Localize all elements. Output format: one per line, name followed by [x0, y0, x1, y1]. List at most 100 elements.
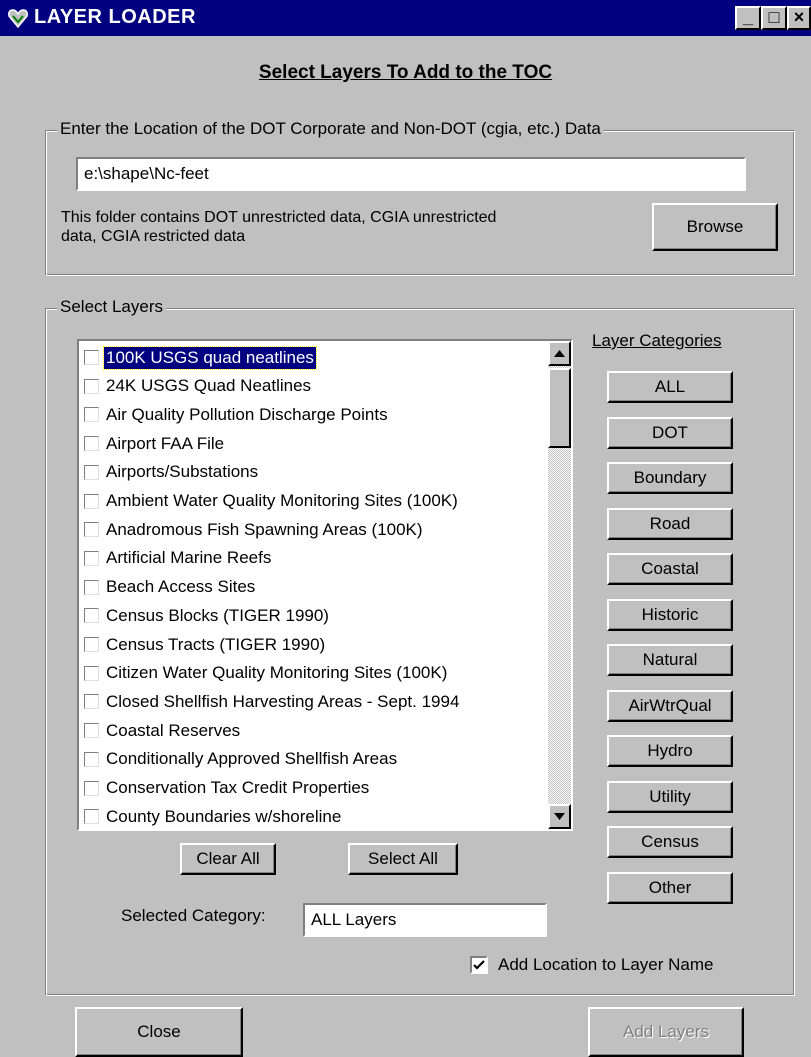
layer-checkbox[interactable] [84, 350, 99, 365]
layer-item-label: Air Quality Pollution Discharge Points [106, 404, 388, 424]
layer-checkbox[interactable] [84, 809, 99, 825]
layer-list-item[interactable]: 24K USGS Quad Neatlines [84, 372, 544, 401]
category-button-label: Natural [642, 650, 698, 669]
layer-list-item[interactable]: Anadromous Fish Spawning Areas (100K) [84, 515, 544, 544]
maximize-button[interactable]: □ [761, 6, 787, 30]
layer-categories-title: Layer Categories [592, 331, 722, 350]
scroll-down-button[interactable] [548, 804, 571, 829]
layer-checkbox[interactable] [84, 436, 99, 452]
add-layers-button[interactable]: Add Layers [588, 1007, 744, 1057]
data-location-input[interactable] [76, 157, 746, 191]
category-button-historic[interactable]: Historic [607, 598, 733, 631]
minimize-button[interactable]: _ [735, 6, 761, 30]
maximize-icon: □ [768, 7, 780, 27]
layer-item-label: Citizen Water Quality Monitoring Sites (… [106, 663, 448, 683]
add-location-checkbox[interactable] [470, 956, 488, 974]
category-button-label: Hydro [647, 741, 693, 760]
layer-list-item[interactable]: Citizen Water Quality Monitoring Sites (… [84, 659, 544, 688]
layer-list-item[interactable]: Conditionally Approved Shellfish Areas [84, 745, 544, 774]
checkmark-icon [473, 960, 485, 970]
category-button-dot[interactable]: DOT [607, 416, 733, 449]
add-location-checkbox-row[interactable]: Add Location to Layer Name [470, 955, 713, 975]
close-icon: × [793, 7, 805, 27]
layer-checkbox[interactable] [84, 723, 99, 739]
window-title: LAYER LOADER [34, 6, 196, 28]
close-button-label: Close [137, 1022, 181, 1041]
layer-checkbox[interactable] [84, 780, 99, 796]
arrow-up-icon [554, 350, 565, 357]
category-button-all[interactable]: ALL [607, 371, 733, 403]
layer-list-item[interactable]: County Boundaries w/shoreline [84, 802, 544, 829]
category-button-airwtrqual[interactable]: AirWtrQual [607, 689, 733, 722]
category-button-natural[interactable]: Natural [607, 644, 733, 676]
location-group-label: Enter the Location of the DOT Corporate … [57, 119, 604, 139]
category-button-hydro[interactable]: Hydro [607, 735, 733, 767]
category-button-road[interactable]: Road [607, 507, 733, 540]
category-button-other[interactable]: Other [607, 871, 733, 904]
category-button-label: ALL [654, 377, 686, 396]
category-button-label: Boundary [633, 468, 707, 487]
folder-info-line2: data, CGIA restricted data [61, 228, 246, 245]
listbox-scrollbar[interactable] [548, 341, 571, 829]
layer-checkbox[interactable] [84, 493, 99, 509]
layer-item-label: Artificial Marine Reefs [106, 548, 272, 568]
layer-list-item[interactable]: Conservation Tax Credit Properties [84, 774, 544, 803]
layer-item-label: 100K USGS quad neatlines [103, 345, 317, 370]
layer-checkbox[interactable] [84, 608, 99, 624]
layer-list-item[interactable]: Ambient Water Quality Monitoring Sites (… [84, 487, 544, 516]
layer-checkbox[interactable] [84, 751, 99, 767]
layer-list-item[interactable]: Closed Shellfish Harvesting Areas - Sept… [84, 687, 544, 716]
layer-checkbox[interactable] [84, 378, 99, 394]
layer-checkbox[interactable] [84, 637, 99, 652]
layer-item-label: Airport FAA File [106, 433, 225, 453]
add-layers-button-label: Add Layers [623, 1022, 709, 1041]
app-icon [8, 9, 28, 29]
category-button-census[interactable]: Census [607, 826, 733, 858]
title-bar[interactable]: LAYER LOADER _ □ × [0, 0, 811, 36]
browse-button[interactable]: Browse [652, 203, 778, 251]
layer-list-item[interactable]: Census Blocks (TIGER 1990) [84, 601, 544, 630]
arrow-down-icon [554, 813, 565, 820]
scroll-thumb[interactable] [548, 368, 571, 448]
layer-listbox[interactable]: 100K USGS quad neatlines 24K USGS Quad Ne… [77, 339, 573, 831]
layer-item-label: Conditionally Approved Shellfish Areas [106, 749, 398, 769]
layer-list-item[interactable]: Airports/Substations [84, 458, 544, 487]
layer-item-label: Census Tracts (TIGER 1990) [106, 634, 326, 654]
category-button-label: AirWtrQual [628, 695, 712, 715]
close-button[interactable]: Close [75, 1007, 243, 1057]
layer-checkbox[interactable] [84, 665, 99, 681]
category-button-boundary[interactable]: Boundary [607, 462, 733, 494]
layer-list-item[interactable]: Air Quality Pollution Discharge Points [84, 400, 544, 429]
category-button-utility[interactable]: Utility [607, 780, 733, 813]
layer-list-item[interactable]: Airport FAA File [84, 429, 544, 458]
clear-all-button[interactable]: Clear All [180, 843, 276, 875]
layer-checkbox[interactable] [84, 550, 99, 566]
layer-checkbox[interactable] [84, 522, 99, 538]
category-button-label: Other [648, 877, 692, 897]
layer-item-label: 24K USGS Quad Neatlines [106, 376, 312, 396]
close-window-button[interactable]: × [787, 6, 811, 30]
layer-list-item[interactable]: Census Tracts (TIGER 1990) [84, 630, 544, 659]
layer-list-item[interactable]: Beach Access Sites [84, 573, 544, 602]
layer-item-label: Census Blocks (TIGER 1990) [106, 605, 329, 625]
layer-checkbox[interactable] [84, 464, 99, 480]
select-layers-group-label: Select Layers [57, 297, 166, 317]
clear-all-label: Clear All [196, 849, 260, 868]
layer-checkbox[interactable] [84, 694, 99, 710]
layer-checkbox[interactable] [84, 407, 99, 423]
browse-button-label: Browse [686, 217, 744, 236]
category-button-label: Utility [649, 786, 691, 806]
layer-checkbox[interactable] [84, 579, 99, 595]
layer-list-item[interactable]: 100K USGS quad neatlines [84, 343, 544, 372]
select-all-label: Select All [368, 849, 438, 868]
layer-item-label: Coastal Reserves [106, 720, 241, 740]
folder-info-line1: This folder contains DOT unrestricted da… [61, 209, 497, 226]
layer-item-label: Anadromous Fish Spawning Areas (100K) [106, 519, 423, 539]
category-button-coastal[interactable]: Coastal [607, 553, 733, 585]
select-all-button[interactable]: Select All [348, 843, 458, 875]
layer-list-item[interactable]: Artificial Marine Reefs [84, 544, 544, 573]
selected-category-field[interactable] [303, 903, 547, 937]
scroll-up-button[interactable] [548, 341, 571, 366]
layer-loader-window: LAYER LOADER _ □ × Select Layers To Add … [0, 0, 811, 1057]
layer-list-item[interactable]: Coastal Reserves [84, 716, 544, 745]
